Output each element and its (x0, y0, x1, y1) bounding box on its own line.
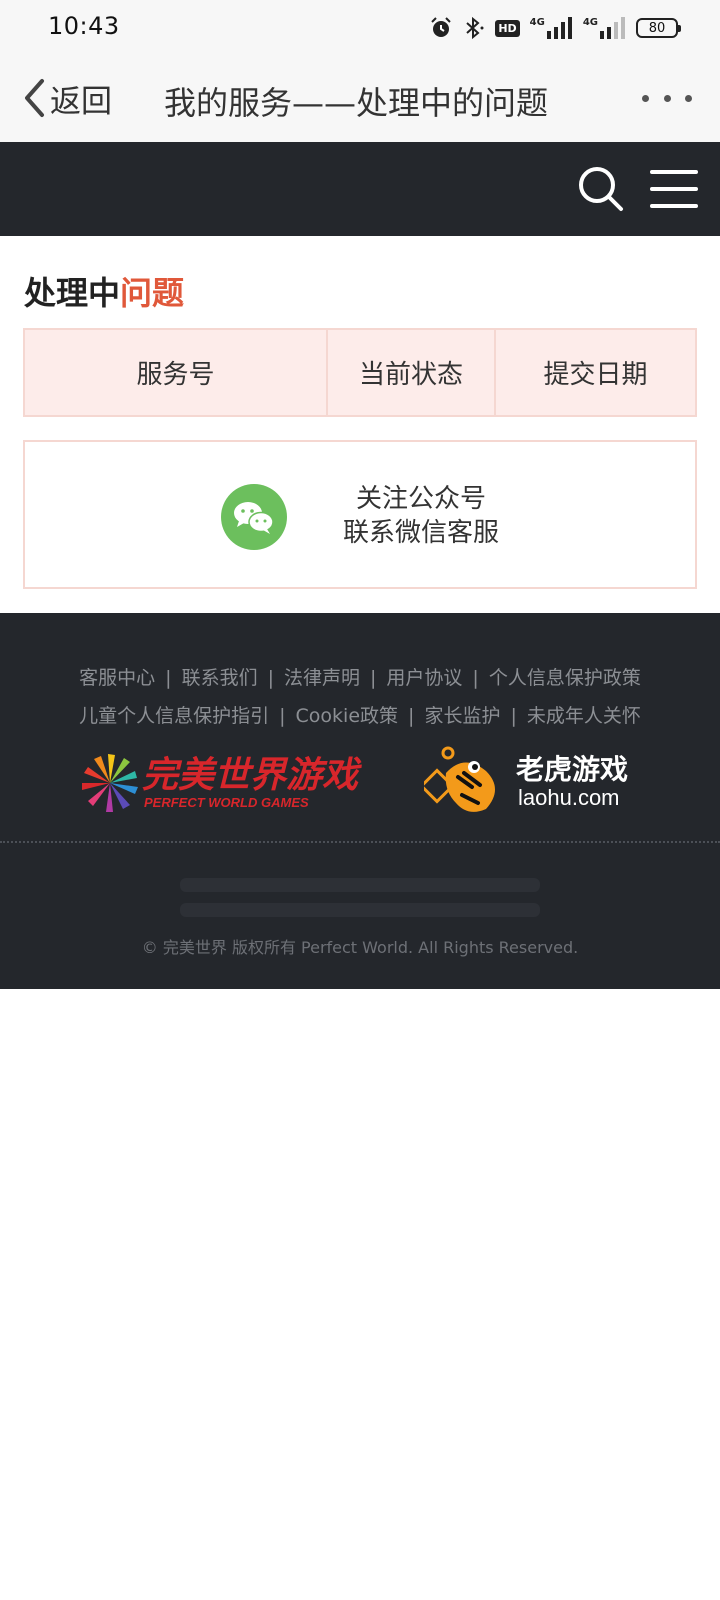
footer-link-privacy[interactable]: 个人信息保护政策 (489, 667, 641, 689)
column-header-date: 提交日期 (543, 360, 648, 390)
hd-badge: HD (495, 19, 520, 37)
alarm-icon (431, 17, 452, 37)
page-title: 我的服务——处理中的问题 (164, 84, 549, 122)
column-header-status: 当前状态 (328, 330, 496, 415)
logo-laohu-en: laohu.com (518, 785, 620, 810)
more-options-button[interactable] (642, 84, 692, 112)
battery-level: 80 (648, 20, 666, 36)
more-dot (642, 94, 649, 102)
section-title: 处理中问题 (24, 268, 184, 314)
status-icons: HD 4G 4G 80 (429, 12, 681, 44)
signal-4g-icon-2: 4G (583, 17, 626, 39)
footer-blurred-text (180, 878, 540, 892)
footer-link-contact[interactable]: 联系我们 (182, 667, 258, 689)
signal-label-2: 4G (582, 17, 598, 28)
wechat-line-1: 关注公众号 (355, 484, 486, 514)
laohu-games-logo[interactable]: 老虎游戏 laohu.com (419, 743, 644, 823)
footer-links-row-2: 儿童个人信息保护指引 | Cookie政策 | 家长监护 | 未成年人关怀 (0, 701, 720, 728)
back-label: 返回 (50, 83, 112, 120)
signal-label: 4G (529, 17, 545, 28)
link-separator: | (408, 705, 415, 727)
signal-4g-icon: 4G (530, 17, 573, 39)
footer-link-legal[interactable]: 法律声明 (284, 667, 360, 689)
section-title-prefix: 处理中 (24, 274, 121, 312)
wechat-text: 关注公众号 联系微信客服 (321, 482, 521, 550)
logo-laohu-cn: 老虎游戏 (516, 754, 628, 785)
footer-divider (0, 841, 720, 843)
wechat-line-2: 联系微信客服 (342, 518, 499, 548)
link-separator: | (267, 667, 274, 689)
back-button[interactable]: 返回 (22, 76, 112, 120)
chevron-left-icon (25, 79, 44, 117)
footer-blurred-text (180, 903, 540, 917)
nav-bar: 返回 我的服务——处理中的问题 (0, 56, 720, 142)
status-time: 10:43 (48, 12, 120, 40)
wechat-icon (221, 484, 287, 550)
footer-link-user-agreement[interactable]: 用户协议 (386, 667, 462, 689)
hamburger-menu-icon (650, 170, 698, 208)
bluetooth-icon (466, 16, 484, 40)
footer-link-child-privacy[interactable]: 儿童个人信息保护指引 (79, 705, 269, 727)
footer-link-service-center[interactable]: 客服中心 (79, 667, 155, 689)
status-bar: 10:43 HD 4G 4G 80 (0, 0, 720, 56)
link-separator: | (510, 705, 517, 727)
footer-links-row-1: 客服中心 | 联系我们 | 法律声明 | 用户协议 | 个人信息保护政策 (0, 663, 720, 690)
menu-button[interactable] (650, 168, 698, 210)
more-dot (685, 94, 692, 102)
link-separator: | (279, 705, 286, 727)
link-separator: | (472, 667, 479, 689)
site-header (0, 142, 720, 236)
more-dot (663, 94, 671, 102)
link-separator: | (370, 667, 377, 689)
footer-copyright: © 完美世界 版权所有 Perfect World. All Rights Re… (141, 938, 579, 957)
footer-link-cookie[interactable]: Cookie政策 (296, 705, 399, 727)
logo-pw-en: PERFECT WORLD GAMES (144, 795, 309, 810)
footer-link-minor-care[interactable]: 未成年人关怀 (527, 705, 641, 727)
column-header-service-no: 服务号 (25, 330, 328, 415)
footer-link-parental[interactable]: 家长监护 (424, 705, 500, 727)
link-separator: | (165, 667, 172, 689)
wechat-contact-card[interactable]: 关注公众号 联系微信客服 (23, 440, 697, 589)
search-button[interactable] (576, 164, 626, 214)
section-title-accent: 问题 (120, 274, 185, 312)
logo-pw-cn: 完美世界游戏 (142, 754, 362, 795)
battery-icon: 80 (636, 18, 681, 38)
site-footer: 客服中心 | 联系我们 | 法律声明 | 用户协议 | 个人信息保护政策 儿童个人信息保护指引 |… (0, 613, 720, 989)
perfect-world-games-logo[interactable]: 完美世界游戏 PERFECT WORLD GAMES (82, 751, 382, 821)
service-table-header: 服务号 当前状态 提交日期 (23, 328, 697, 417)
search-icon (579, 167, 623, 211)
